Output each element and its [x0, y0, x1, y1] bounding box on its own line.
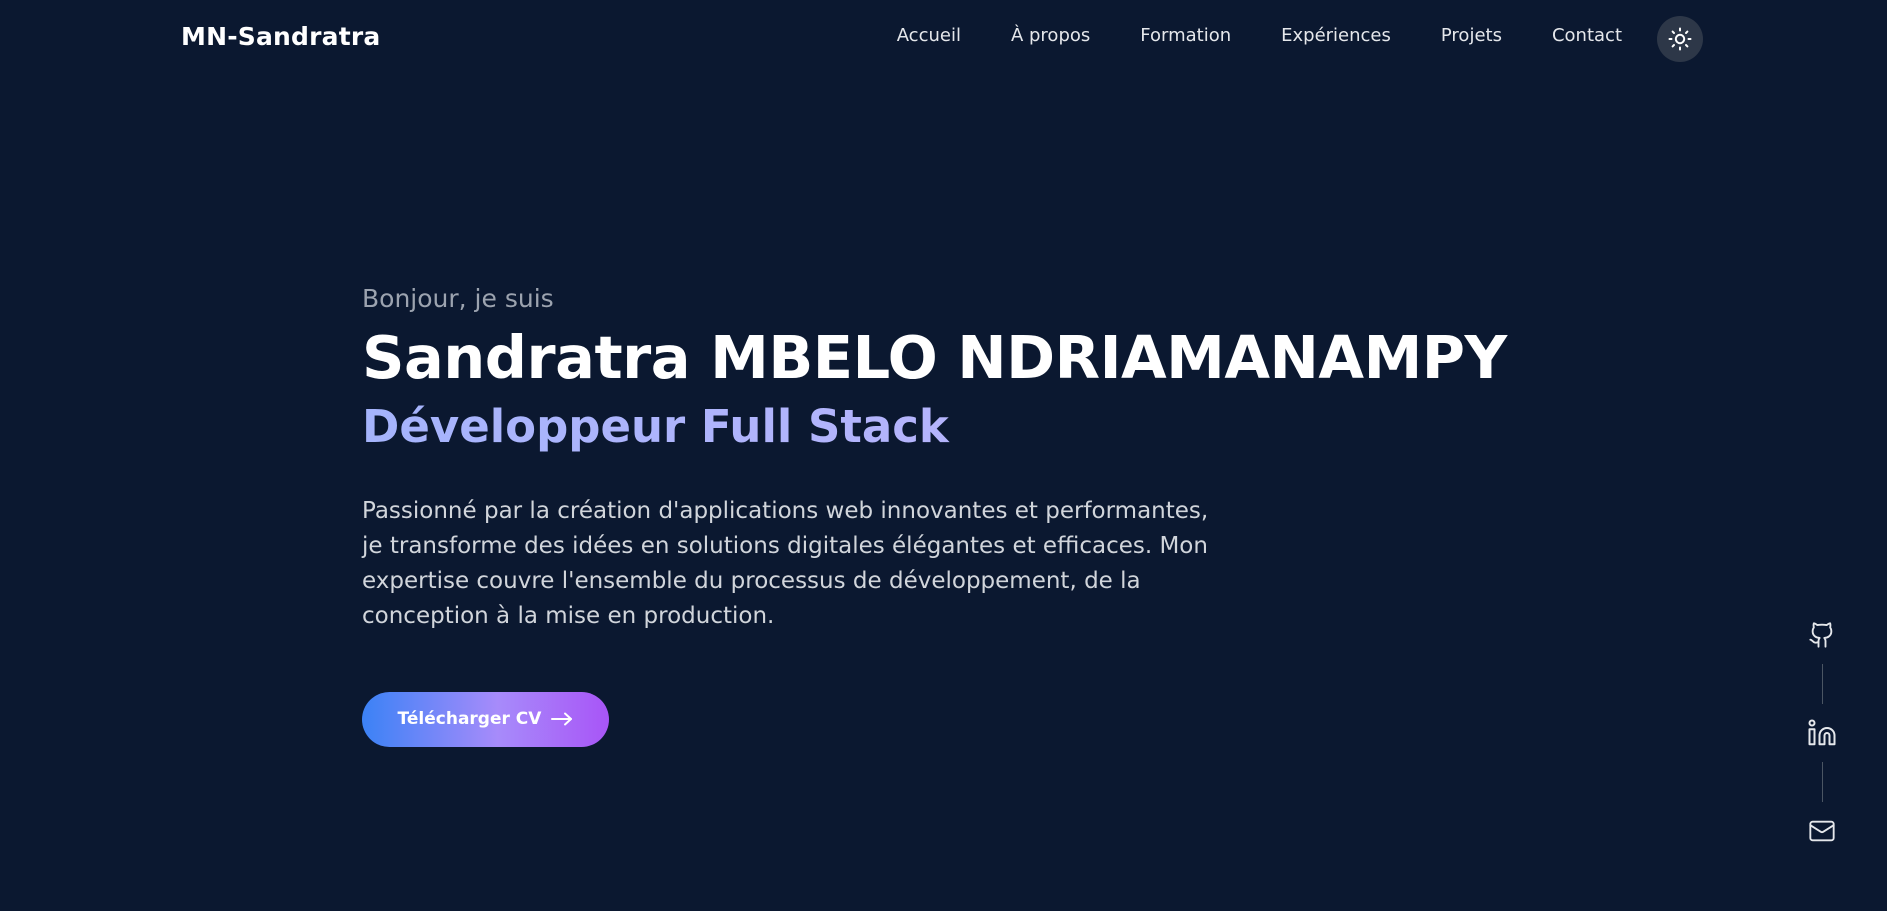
sun-icon [1668, 27, 1692, 51]
hero-section: Bonjour, je suis Sandratra MBELO NDRIAMA… [362, 284, 1512, 747]
download-cv-button[interactable]: Télécharger CV [362, 691, 609, 747]
nav-links: Accueil À propos Formation Expériences P… [897, 25, 1622, 46]
hero-role: Développeur Full Stack [362, 400, 1512, 454]
nav-link-a-propos[interactable]: À propos [1011, 25, 1090, 46]
mail-link[interactable] [1807, 814, 1837, 848]
nav-link-formation[interactable]: Formation [1140, 25, 1231, 46]
theme-toggle-button[interactable] [1657, 16, 1703, 62]
download-cv-label: Télécharger CV [397, 709, 542, 730]
social-divider [1821, 762, 1823, 802]
arrow-right-icon [551, 712, 573, 726]
social-sidebar [1807, 618, 1837, 848]
brand-logo[interactable]: MN-Sandratra [181, 22, 381, 51]
nav-link-contact[interactable]: Contact [1552, 25, 1622, 46]
social-divider [1821, 664, 1823, 704]
linkedin-icon [1808, 719, 1836, 746]
github-link[interactable] [1807, 618, 1837, 652]
nav-link-experiences[interactable]: Expériences [1281, 25, 1391, 46]
linkedin-link[interactable] [1807, 716, 1837, 750]
hero-greeting: Bonjour, je suis [362, 284, 554, 313]
nav-link-accueil[interactable]: Accueil [897, 25, 961, 46]
mail-icon [1809, 820, 1835, 842]
hero-description: Passionné par la création d'applications… [362, 497, 1209, 629]
navbar: MN-Sandratra Accueil À propos Formation … [0, 0, 1887, 76]
github-icon [1809, 622, 1833, 648]
hero-name: Sandratra MBELO NDRIAMANAMPY [362, 323, 1507, 392]
nav-link-projets[interactable]: Projets [1441, 25, 1502, 46]
